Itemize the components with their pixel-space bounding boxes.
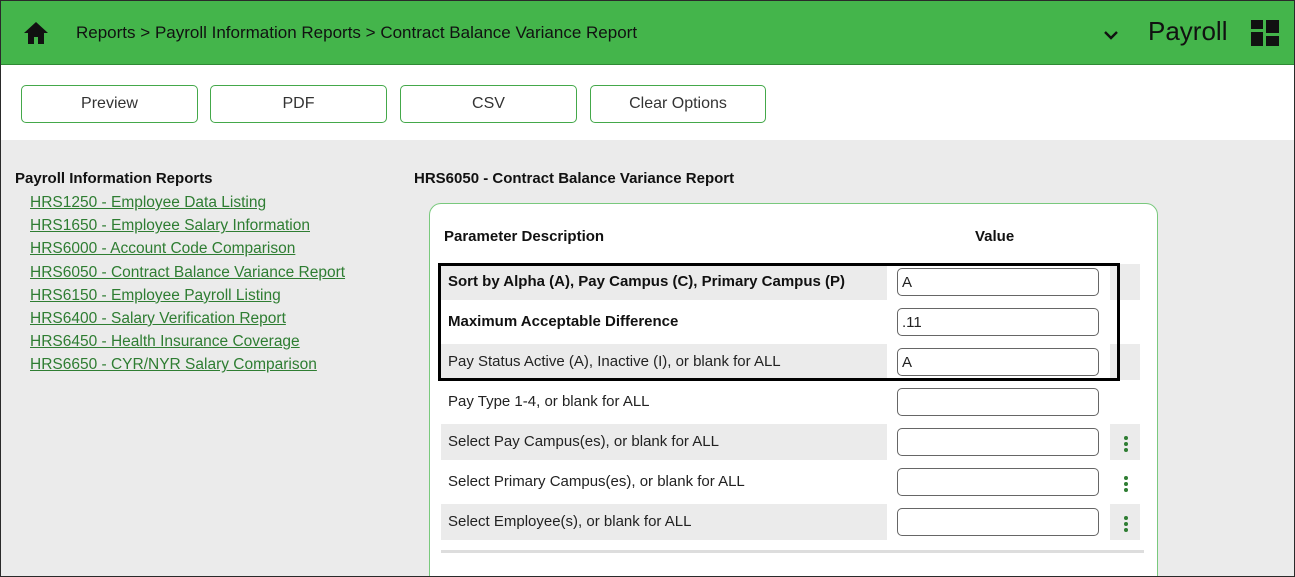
parameter-row: Sort by Alpha (A), Pay Campus (C), Prima… bbox=[441, 264, 1140, 300]
sidebar-link-hrs6150[interactable]: HRS6150 - Employee Payroll Listing bbox=[30, 284, 345, 307]
column-header-value: Value bbox=[975, 228, 1015, 245]
parameter-row: Maximum Acceptable Difference bbox=[441, 304, 1117, 340]
breadcrumb-current-page: Contract Balance Variance Report bbox=[380, 23, 638, 42]
pay-status-input[interactable] bbox=[897, 348, 1099, 376]
dashboard-grid-icon[interactable] bbox=[1251, 20, 1279, 46]
primary-campus-more-icon[interactable] bbox=[1123, 476, 1129, 494]
app-window: Reports > Payroll Information Reports > … bbox=[0, 0, 1295, 577]
parameter-label: Sort by Alpha (A), Pay Campus (C), Prima… bbox=[441, 264, 887, 300]
sidebar-link-hrs1650[interactable]: HRS1650 - Employee Salary Information bbox=[30, 214, 345, 237]
pay-campus-input[interactable] bbox=[897, 428, 1099, 456]
parameter-label: Select Pay Campus(es), or blank for ALL bbox=[441, 424, 887, 460]
breadcrumb-payroll-information-reports[interactable]: Payroll Information Reports bbox=[155, 23, 361, 42]
sidebar-link-hrs1250[interactable]: HRS1250 - Employee Data Listing bbox=[30, 191, 345, 214]
column-header-description: Parameter Description bbox=[444, 228, 605, 245]
parameter-label: Select Primary Campus(es), or blank for … bbox=[448, 473, 745, 490]
breadcrumb-reports[interactable]: Reports bbox=[76, 23, 136, 42]
pay-type-input[interactable] bbox=[897, 388, 1099, 416]
parameter-row: Select Employee(s), or blank for ALL bbox=[441, 504, 1140, 540]
sort-by-input[interactable] bbox=[897, 268, 1099, 296]
sidebar-link-hrs6650[interactable]: HRS6650 - CYR/NYR Salary Comparison bbox=[30, 353, 345, 376]
max-acceptable-difference-input[interactable] bbox=[897, 308, 1099, 336]
breadcrumb-separator: > bbox=[365, 23, 376, 42]
row-side-cell bbox=[1110, 264, 1140, 300]
breadcrumb-separator: > bbox=[140, 23, 151, 42]
csv-button[interactable]: CSV bbox=[400, 85, 577, 123]
clear-options-button[interactable]: Clear Options bbox=[590, 85, 766, 123]
parameter-label: Select Employee(s), or blank for ALL bbox=[441, 504, 887, 540]
parameter-label: Maximum Acceptable Difference bbox=[448, 313, 679, 330]
app-title: Payroll bbox=[1148, 16, 1228, 46]
sidebar-link-hrs6450[interactable]: HRS6450 - Health Insurance Coverage bbox=[30, 330, 345, 353]
home-icon[interactable] bbox=[23, 21, 49, 45]
parameter-row: Select Primary Campus(es), or blank for … bbox=[441, 464, 1128, 500]
sidebar-report-list: HRS1250 - Employee Data Listing HRS1650 … bbox=[30, 191, 345, 377]
report-title: HRS6050 - Contract Balance Variance Repo… bbox=[414, 170, 735, 187]
parameter-row: Pay Type 1-4, or blank for ALL bbox=[441, 384, 1117, 420]
sidebar-link-hrs6400[interactable]: HRS6400 - Salary Verification Report bbox=[30, 307, 345, 330]
sidebar-title: Payroll Information Reports bbox=[15, 170, 213, 187]
row-side-cell bbox=[1110, 344, 1140, 380]
parameter-label: Pay Type 1-4, or blank for ALL bbox=[448, 393, 650, 410]
parameter-panel: Parameter Description Value Sort by Alph… bbox=[429, 203, 1158, 576]
employee-more-icon[interactable] bbox=[1123, 516, 1129, 534]
panel-divider bbox=[441, 550, 1144, 553]
parameter-row: Select Pay Campus(es), or blank for ALL bbox=[441, 424, 1140, 460]
toolbar: Preview PDF CSV Clear Options bbox=[1, 65, 1294, 140]
top-bar: Reports > Payroll Information Reports > … bbox=[1, 1, 1294, 65]
employee-input[interactable] bbox=[897, 508, 1099, 536]
parameter-label: Pay Status Active (A), Inactive (I), or … bbox=[441, 344, 887, 380]
chevron-down-icon[interactable] bbox=[1101, 25, 1121, 45]
preview-button[interactable]: Preview bbox=[21, 85, 198, 123]
content-area: Payroll Information Reports HRS1250 - Em… bbox=[1, 140, 1294, 576]
sidebar-link-hrs6000[interactable]: HRS6000 - Account Code Comparison bbox=[30, 237, 345, 260]
parameter-row: Pay Status Active (A), Inactive (I), or … bbox=[441, 344, 1140, 380]
primary-campus-input[interactable] bbox=[897, 468, 1099, 496]
breadcrumb: Reports > Payroll Information Reports > … bbox=[76, 23, 637, 43]
pdf-button[interactable]: PDF bbox=[210, 85, 387, 123]
sidebar-link-hrs6050[interactable]: HRS6050 - Contract Balance Variance Repo… bbox=[30, 261, 345, 284]
pay-campus-more-icon[interactable] bbox=[1123, 436, 1129, 454]
